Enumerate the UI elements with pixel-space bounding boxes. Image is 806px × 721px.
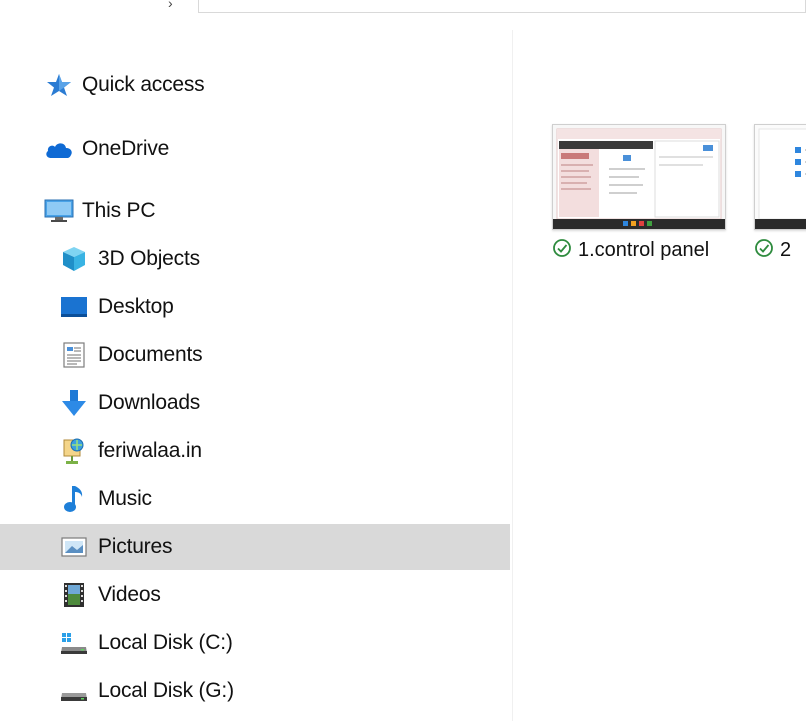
nav-item-label: Documents bbox=[98, 343, 203, 366]
nav-item-label: 3D Objects bbox=[98, 247, 200, 270]
file-thumbnail bbox=[754, 124, 806, 230]
nav-item-label: Local Disk (C:) bbox=[98, 631, 233, 654]
network-location-icon bbox=[59, 438, 89, 464]
pictures-icon bbox=[59, 534, 89, 560]
file-tile[interactable]: 1.control panel bbox=[552, 124, 732, 262]
navigation-pane: Quick access OneDrive This PC 3D Objects… bbox=[0, 16, 510, 721]
nav-item-downloads[interactable]: Downloads bbox=[0, 380, 510, 426]
nav-item-feriwalaa[interactable]: feriwalaa.in bbox=[0, 428, 510, 474]
nav-item-label: feriwalaa.in bbox=[98, 439, 202, 462]
nav-item-label: Downloads bbox=[98, 391, 201, 414]
address-box[interactable] bbox=[198, 0, 806, 13]
nav-item-documents[interactable]: Documents bbox=[0, 332, 510, 378]
file-thumbnail bbox=[552, 124, 726, 230]
system-drive-icon bbox=[59, 630, 89, 656]
nav-item-label: Music bbox=[98, 487, 152, 510]
desktop-icon bbox=[59, 294, 89, 320]
star-icon bbox=[44, 72, 74, 98]
nav-item-music[interactable]: Music bbox=[0, 476, 510, 522]
nav-item-this-pc[interactable]: This PC bbox=[0, 188, 510, 234]
nav-item-label: Pictures bbox=[98, 535, 173, 558]
nav-item-onedrive[interactable]: OneDrive bbox=[0, 126, 510, 172]
file-name: 2 bbox=[780, 238, 792, 261]
film-icon bbox=[59, 582, 89, 608]
nav-item-label: OneDrive bbox=[82, 137, 170, 160]
sync-status-check-icon bbox=[754, 238, 774, 263]
nav-item-label: Local Disk (G:) bbox=[98, 679, 234, 702]
music-note-icon bbox=[59, 486, 89, 512]
pane-splitter[interactable] bbox=[512, 30, 513, 721]
file-name: 1.control panel bbox=[578, 238, 710, 261]
nav-item-label: Quick access bbox=[82, 73, 205, 96]
nav-item-label: This PC bbox=[82, 199, 156, 222]
document-icon bbox=[59, 342, 89, 368]
nav-item-label: Desktop bbox=[98, 295, 174, 318]
nav-item-quick-access[interactable]: Quick access bbox=[0, 62, 510, 108]
file-explorer-window: › Quick access OneDrive This PC 3D Objec… bbox=[0, 0, 806, 721]
nav-item-label: Videos bbox=[98, 583, 161, 606]
chevron-right-icon[interactable]: › bbox=[168, 0, 190, 12]
cloud-icon bbox=[44, 136, 74, 162]
address-bar-area: › bbox=[0, 0, 806, 16]
nav-item-pictures[interactable]: Pictures bbox=[0, 524, 510, 570]
cube-icon bbox=[59, 246, 89, 272]
nav-item-videos[interactable]: Videos bbox=[0, 572, 510, 618]
download-arrow-icon bbox=[59, 390, 89, 416]
drive-icon bbox=[59, 678, 89, 704]
monitor-icon bbox=[44, 198, 74, 224]
sync-status-check-icon bbox=[552, 238, 572, 263]
nav-item-desktop[interactable]: Desktop bbox=[0, 284, 510, 330]
file-caption: 1.control panel bbox=[552, 238, 732, 262]
file-list-pane: 1.control panel 2 bbox=[514, 16, 806, 721]
nav-item-local-disk-c[interactable]: Local Disk (C:) bbox=[0, 620, 510, 666]
nav-item-3d-objects[interactable]: 3D Objects bbox=[0, 236, 510, 282]
file-caption: 2 bbox=[754, 238, 806, 262]
nav-item-local-disk-g[interactable]: Local Disk (G:) bbox=[0, 668, 510, 714]
file-tile[interactable]: 2 bbox=[754, 124, 806, 262]
